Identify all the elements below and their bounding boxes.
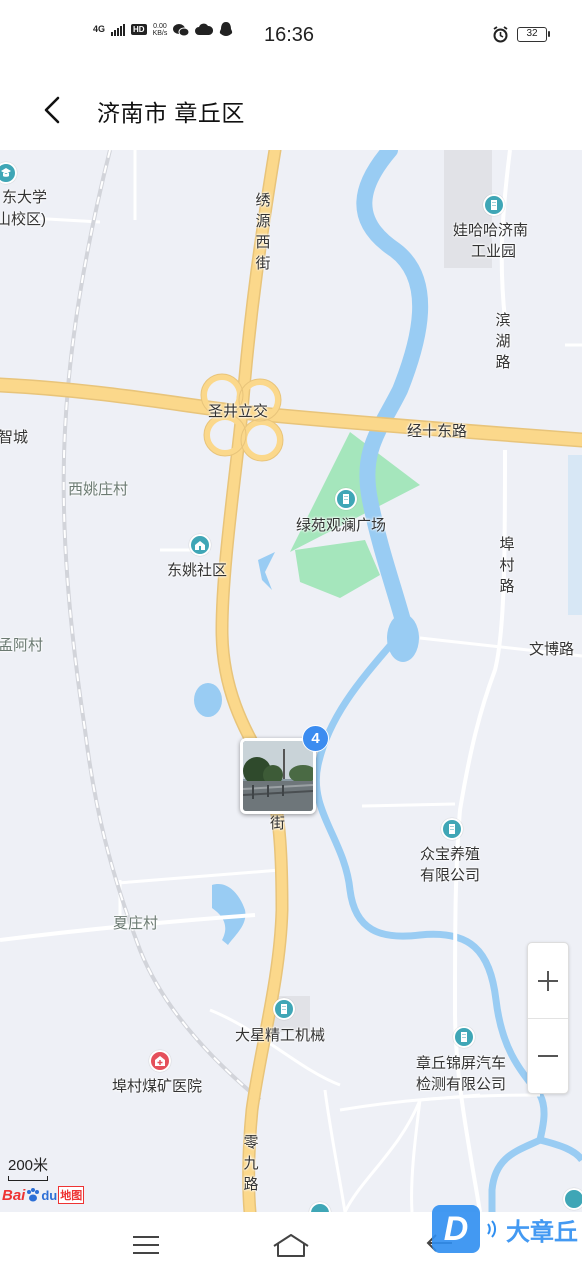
signal-icon bbox=[111, 23, 126, 36]
app-header: 济南市 章丘区 bbox=[0, 70, 582, 150]
xiyaozhuang-label: 西姚庄村 bbox=[68, 481, 129, 498]
logo-bai: Bai bbox=[2, 1186, 26, 1204]
street-fragment-label: 街 bbox=[270, 815, 286, 832]
university-label-top: 东大学 bbox=[2, 189, 48, 206]
jingshi-road-label: 经十东路 bbox=[407, 423, 468, 440]
watermark: D 大章丘 bbox=[432, 1205, 578, 1253]
map-scale: 200米 bbox=[8, 1154, 48, 1181]
lingjiu-road-label: 零九路 bbox=[243, 1134, 259, 1193]
hd-badge: HD bbox=[131, 24, 147, 35]
status-bar: 4G HD 0.00 KB/s 16:36 32 bbox=[0, 0, 582, 70]
plus-icon bbox=[538, 970, 558, 991]
wifi-waves-icon bbox=[487, 1220, 496, 1238]
photo-count-badge: 4 bbox=[302, 725, 329, 752]
chevron-left-icon bbox=[44, 96, 60, 124]
menu-button[interactable] bbox=[126, 1230, 166, 1260]
lvyuan-poi-icon[interactable] bbox=[335, 488, 357, 510]
menu-icon bbox=[133, 1236, 159, 1254]
bucun-road-label: 埠村路 bbox=[499, 536, 515, 595]
back-button[interactable] bbox=[34, 90, 74, 130]
jinping-label-line1: 章丘锦屏汽车 bbox=[416, 1055, 507, 1072]
lvyuan-plaza-label: 绿苑观澜广场 bbox=[296, 517, 387, 534]
qq-icon bbox=[220, 22, 233, 36]
home-icon bbox=[273, 1234, 309, 1257]
alarm-icon bbox=[493, 26, 508, 43]
zhongbao-label-line1: 众宝养殖 bbox=[420, 846, 481, 863]
cloud-icon bbox=[195, 23, 214, 35]
page-title: 济南市 章丘区 bbox=[97, 100, 245, 126]
scale-text: 200米 bbox=[8, 1157, 49, 1174]
zhongbao-poi-icon[interactable] bbox=[441, 818, 463, 840]
binhu-road-label: 滨湖路 bbox=[495, 312, 511, 371]
wechat-icon bbox=[173, 23, 190, 36]
dongyao-label: 东姚社区 bbox=[167, 562, 228, 579]
daxing-label: 大星精工机械 bbox=[235, 1027, 326, 1044]
wenbo-road-label: 文博路 bbox=[529, 641, 575, 658]
status-left: 4G HD 0.00 KB/s bbox=[93, 22, 233, 37]
logo-sub: 地图 bbox=[58, 1186, 85, 1204]
shengjing-interchange-label: 圣井立交 bbox=[208, 403, 269, 420]
map-view[interactable]: 东大学 山校区) 娃哈哈济南 工业园 绣源西街 滨湖路 圣井立交 经十东路 智城… bbox=[0, 150, 582, 1212]
wahaha-label-line1: 娃哈哈济南 bbox=[453, 222, 529, 239]
hospital-label: 埠村煤矿医院 bbox=[112, 1078, 203, 1095]
photo-thumbnail bbox=[243, 741, 313, 811]
zhongbao-label-line2: 有限公司 bbox=[420, 867, 481, 884]
dongyao-poi-icon[interactable] bbox=[189, 534, 211, 556]
paw-icon bbox=[27, 1188, 40, 1202]
battery-icon: 32 bbox=[517, 27, 550, 42]
zoom-out-button[interactable] bbox=[528, 1018, 568, 1093]
wahaha-label-line2: 工业园 bbox=[471, 243, 517, 260]
status-time: 16:36 bbox=[264, 24, 315, 46]
zoom-in-button[interactable] bbox=[528, 943, 568, 1018]
speed-value: 0.00 bbox=[153, 22, 167, 30]
jinping-poi-icon[interactable] bbox=[453, 1026, 475, 1048]
home-button[interactable] bbox=[271, 1230, 311, 1260]
minus-icon bbox=[538, 1055, 558, 1057]
daxing-poi-icon[interactable] bbox=[273, 998, 295, 1020]
speed-unit: KB/s bbox=[152, 29, 168, 37]
university-label-bottom: 山校区) bbox=[0, 211, 46, 228]
scale-bar bbox=[8, 1176, 48, 1181]
network-type: 4G bbox=[93, 24, 106, 34]
baidu-map-logo: Bai du 地图 bbox=[2, 1186, 85, 1204]
xiazhuang-label: 夏庄村 bbox=[113, 915, 159, 932]
network-speed: 0.00 KB/s bbox=[153, 23, 168, 37]
hospital-poi-icon[interactable] bbox=[149, 1050, 171, 1072]
zoom-controls bbox=[527, 942, 569, 1094]
mengacun-label: 孟阿村 bbox=[0, 637, 44, 654]
watermark-logo-icon: D bbox=[432, 1205, 480, 1253]
logo-du: du bbox=[41, 1187, 58, 1203]
xiuyuan-road-label: 绣源西街 bbox=[255, 192, 271, 272]
photo-marker[interactable] bbox=[240, 738, 316, 814]
jinping-label-line2: 检测有限公司 bbox=[416, 1076, 507, 1093]
zhicheng-label: 智城 bbox=[0, 429, 29, 446]
watermark-text: 大章丘 bbox=[506, 1218, 578, 1246]
wahaha-poi-icon[interactable] bbox=[483, 194, 505, 216]
status-right: 32 bbox=[492, 26, 550, 43]
